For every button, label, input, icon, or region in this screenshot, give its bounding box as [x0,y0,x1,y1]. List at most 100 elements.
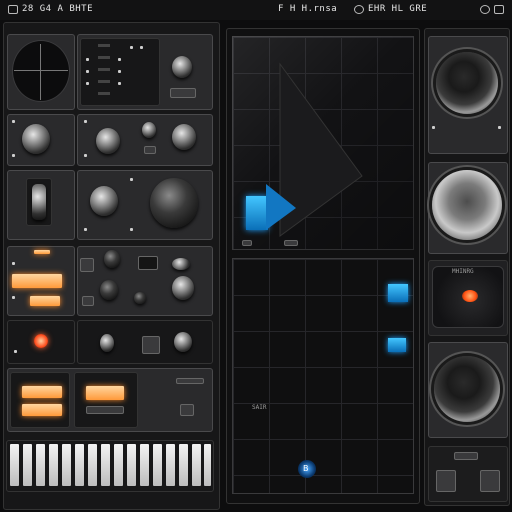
meter-glow [462,290,478,302]
output-button[interactable] [86,406,124,414]
drive-knob[interactable] [432,170,502,240]
fader-readout [98,92,110,95]
output-peak-display [22,404,62,416]
mixer-led [86,58,89,61]
power-icon[interactable] [354,5,364,14]
visualizer-badge-label: B [303,464,309,473]
scope-crosshair-h [14,70,68,71]
output-jack-button[interactable] [480,470,500,492]
master-led [498,126,501,129]
signal-arrow-shape [266,184,296,230]
transport-knob[interactable] [104,250,120,268]
output-switch[interactable] [176,378,204,384]
lfo-led [84,228,87,231]
level-meter-bottom [388,338,406,352]
keyboard-key[interactable] [192,444,201,486]
transport-display [138,256,158,270]
mixer-led [86,70,89,73]
envelope-button[interactable] [144,146,156,154]
swing-knob[interactable] [134,292,146,304]
master-volume-knob[interactable] [436,52,498,114]
delay-button[interactable] [142,336,160,354]
top-center-label: F H H.rnsa [278,4,338,14]
delay-time-knob[interactable] [100,334,114,352]
volume-knob[interactable] [172,276,194,300]
mixer-led [140,46,143,49]
sequencer-indicator [34,250,50,254]
mixer-led [118,70,121,73]
keyboard-key[interactable] [179,444,188,486]
transport-button[interactable] [80,258,94,272]
volume-cap[interactable] [172,258,190,270]
keyboard-key[interactable] [204,444,211,486]
sequencer-led [12,262,15,265]
mixer-led [130,46,133,49]
menu-icon[interactable] [494,5,504,14]
output-slot-center [74,372,138,428]
tempo-knob[interactable] [100,280,118,300]
scope-crosshair-v [40,44,41,100]
keyboard-key[interactable] [49,444,58,486]
envelope-led [84,154,87,157]
fx-active-led[interactable] [34,334,48,348]
lfo-rate-knob[interactable] [90,186,118,216]
oscilloscope-display [12,40,70,102]
visualizer-button[interactable] [242,240,252,246]
attack-knob[interactable] [96,128,120,154]
level-meter-top [388,284,408,302]
keyboard-key[interactable] [62,444,71,486]
signal-arrow [266,184,296,230]
filter-led [12,120,15,123]
visualizer-footer-label: SAIR [252,404,267,411]
mixer-led [118,58,121,61]
keyboard-key[interactable] [153,444,162,486]
output-level-display [22,386,62,398]
lfo-led [130,178,133,181]
settings-icon[interactable] [480,5,490,14]
release-knob[interactable] [172,124,196,150]
top-right-label: EHR HL GRE [368,4,428,14]
keyboard-key[interactable] [10,444,19,486]
keyboard-key[interactable] [101,444,110,486]
meter-icon[interactable] [8,5,18,14]
top-left-label: 28 G4 A BHTE [22,4,94,14]
keyboard-key[interactable] [88,444,97,486]
fader-readout [98,56,110,59]
fader-readout [98,44,110,47]
cutoff-knob[interactable] [22,124,50,154]
sequencer-value-display [30,296,60,306]
meter-label: MHINRG [452,268,474,275]
visualizer-button[interactable] [284,240,298,246]
fx-led [14,350,17,353]
mixer-led [118,82,121,85]
input-jack-button[interactable] [436,470,456,492]
filter-led [12,154,15,157]
keyboard-key[interactable] [166,444,175,486]
pitch-slider[interactable] [32,184,46,220]
record-button[interactable] [82,296,94,306]
reverb-knob[interactable] [434,356,500,422]
keyboard-key[interactable] [140,444,149,486]
keyboard-key[interactable] [114,444,123,486]
master-led [432,126,435,129]
lfo-depth-knob[interactable] [150,178,198,228]
output-slot-left [10,372,70,428]
visualizer-screen-bottom [232,258,414,494]
sequencer-led [12,296,15,299]
output-gain-display [86,386,124,400]
fader-readout [98,68,110,71]
keyboard-key[interactable] [36,444,45,486]
io-switch[interactable] [454,452,478,460]
envelope-led [84,120,87,123]
lfo-led [130,228,133,231]
sequencer-step-display [12,274,62,288]
keyboard-key[interactable] [75,444,84,486]
mixer-button[interactable] [170,88,196,98]
mixer-knob[interactable] [172,56,192,78]
output-mute-button[interactable] [180,404,194,416]
delay-feedback-knob[interactable] [174,332,192,352]
keyboard-key[interactable] [23,444,32,486]
keyboard-key[interactable] [127,444,136,486]
signal-bar [246,196,268,230]
decay-knob[interactable] [142,122,156,138]
